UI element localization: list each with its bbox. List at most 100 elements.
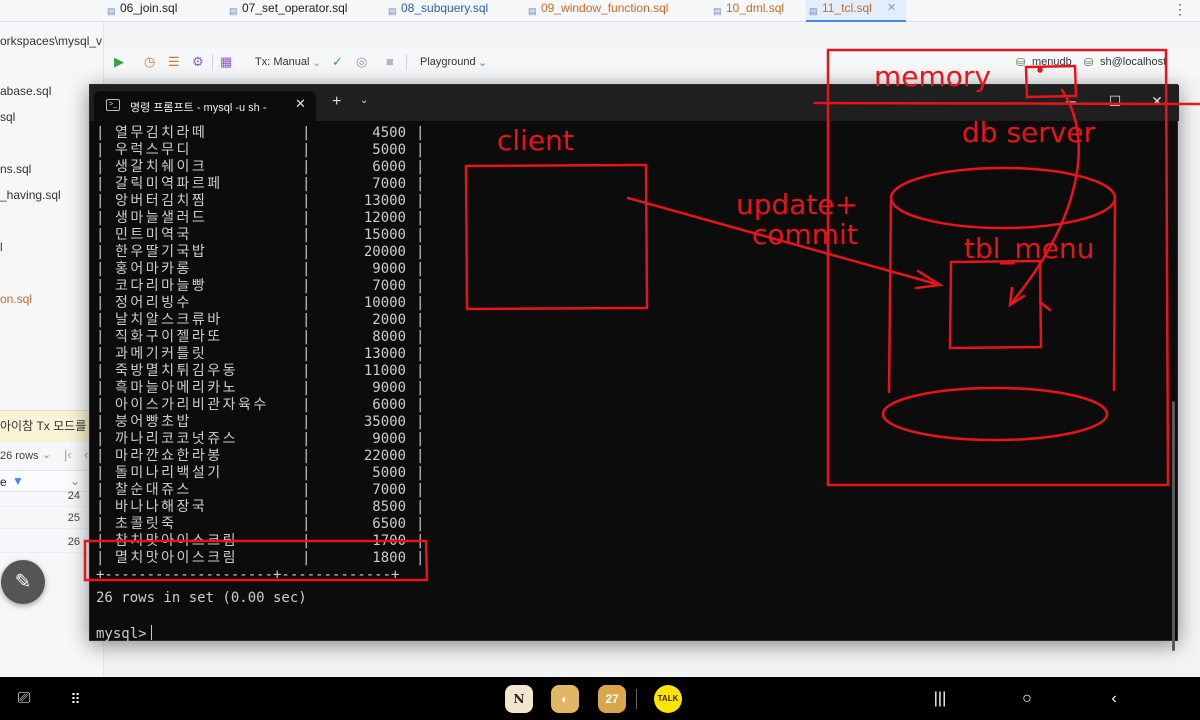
recent-apps-icon[interactable]: ||| — [928, 687, 952, 711]
system-navigation-bar: ⎚ ⠿ N ◐ 27 TALK ||| ○ ‹ — [0, 677, 1200, 720]
menu-name-cell: 참치맛아이스크림 — [115, 533, 239, 549]
scrollbar[interactable] — [1172, 401, 1175, 651]
menu-price-cell: 6000 — [372, 159, 406, 175]
mysql-prompt[interactable]: mysql> — [96, 625, 152, 642]
history-icon[interactable]: ◷ — [144, 54, 155, 70]
column-separator: | — [96, 142, 105, 158]
tab-06-join[interactable]: ▤ 06_join.sql — [104, 0, 177, 22]
screenshot-icon[interactable]: ⎚ — [12, 687, 36, 711]
chevron-down-icon[interactable]: ⌄ — [42, 448, 51, 461]
minimize-icon[interactable]: ─ — [1056, 93, 1086, 109]
column-separator: | — [96, 397, 105, 413]
chevron-down-icon[interactable]: ⌄ — [360, 95, 368, 106]
column-separator: | — [302, 312, 311, 328]
new-tab-icon[interactable]: + — [332, 93, 341, 111]
calendar-icon[interactable]: 27 — [598, 685, 626, 713]
column-separator: | — [416, 363, 425, 379]
menu-name-cell: 바나나해장국 — [115, 499, 208, 515]
column-separator: | — [302, 516, 311, 532]
column-separator: | — [416, 125, 425, 141]
pencil-icon: ✎ — [14, 571, 32, 593]
project-file[interactable]: on.sql — [0, 292, 32, 306]
commit-check-icon[interactable]: ✓ — [332, 54, 343, 70]
tbl-menu-label: tbl_menu — [964, 232, 1095, 265]
terminal-output[interactable]: | 열무김치라떼 | 4500 | | 우럭스무디 | 5000 | | 생갈치쉐이크 | 6000 | | 갈… — [90, 121, 1179, 651]
database-select[interactable]: menudb — [1032, 56, 1072, 68]
notion-icon[interactable]: N — [505, 685, 533, 713]
client-label: client — [497, 124, 574, 157]
column-separator: | — [302, 244, 311, 260]
menu-price-cell: 6000 — [372, 397, 406, 413]
tab-07-set-operator[interactable]: ▤ 07_set_operator.sql — [226, 0, 347, 22]
pen-edit-button[interactable]: ✎ — [1, 560, 45, 604]
column-separator: | — [416, 516, 425, 532]
column-separator: | — [416, 193, 425, 209]
tab-10-dml[interactable]: ▤ 10_dml.sql — [710, 0, 784, 22]
column-separator: | — [416, 499, 425, 515]
sql-file-icon: ▤ — [229, 6, 238, 16]
project-file[interactable]: l — [0, 240, 3, 254]
menu-name-cell: 붕어빵초밥 — [115, 414, 192, 430]
kakaotalk-icon[interactable]: TALK — [654, 685, 682, 713]
column-separator: | — [416, 465, 425, 481]
more-options-icon[interactable]: ⋮ — [1160, 0, 1200, 22]
tx-mode-select[interactable]: Tx: Manual — [255, 56, 309, 68]
project-file[interactable]: abase.sql — [0, 84, 51, 98]
column-separator: | — [302, 295, 311, 311]
stop-icon[interactable]: ■ — [386, 54, 394, 69]
maximize-icon[interactable]: ☐ — [1100, 93, 1130, 110]
table-border: +--------------------+-------------+ — [96, 567, 400, 583]
menu-name-cell: 앙버터김치찜 — [115, 193, 208, 209]
column-separator: | — [416, 431, 425, 447]
close-icon[interactable]: ✕ — [887, 1, 896, 14]
menu-price-cell: 13000 — [363, 346, 406, 362]
tab-09-window-function[interactable]: ▤ 09_window_function.sql — [525, 0, 668, 22]
connection-select[interactable]: sh@localhost — [1100, 56, 1166, 68]
column-separator: | — [302, 261, 311, 277]
playground-select[interactable]: Playground — [420, 56, 476, 68]
column-separator: | — [302, 397, 311, 413]
close-window-icon[interactable]: ✕ — [1142, 93, 1172, 110]
run-icon[interactable]: ▶ — [114, 54, 124, 70]
apps-grid-icon[interactable]: ⠿ — [64, 687, 88, 711]
column-separator: | — [416, 533, 425, 549]
menu-price-cell: 8000 — [372, 329, 406, 345]
settings-sliders-icon[interactable]: ☰ — [168, 54, 180, 70]
cookie-app-icon[interactable]: ◐ — [551, 685, 579, 713]
column-separator: | — [96, 312, 105, 328]
table-icon[interactable]: ▦ — [220, 54, 232, 70]
back-icon[interactable]: ‹ — [1102, 687, 1126, 711]
gear-icon[interactable]: ⚙ — [192, 54, 204, 70]
column-separator: | — [416, 142, 425, 158]
rollback-icon[interactable]: ◎ — [356, 54, 367, 70]
column-separator: | — [96, 533, 105, 549]
project-file[interactable]: ns.sql — [0, 162, 31, 176]
project-file[interactable]: _having.sql — [0, 188, 61, 202]
column-separator: | — [416, 482, 425, 498]
tab-08-subquery[interactable]: ▤ 08_subquery.sql — [385, 0, 488, 22]
menu-price-cell: 11000 — [363, 363, 406, 379]
menu-price-cell: 1800 — [372, 550, 406, 566]
column-separator: | — [302, 448, 311, 464]
column-separator: | — [302, 499, 311, 515]
sql-file-icon: ▤ — [809, 6, 818, 16]
menu-name-cell: 흑마늘아메리카노 — [115, 380, 239, 396]
home-icon[interactable]: ○ — [1015, 687, 1039, 711]
column-separator: | — [302, 278, 311, 294]
column-separator: | — [302, 482, 311, 498]
close-icon[interactable]: ✕ — [295, 96, 306, 112]
first-page-icon[interactable]: |‹ — [64, 447, 72, 462]
menu-name-cell: 민트미역국 — [115, 227, 192, 243]
memory-label: memory — [874, 60, 991, 93]
menu-name-cell: 까나리코코넛쥬스 — [115, 431, 239, 447]
prev-page-icon[interactable]: ‹ — [84, 447, 88, 462]
terminal-tab[interactable]: >_ 명령 프롬프트 - mysql -u sh - ✕ — [94, 91, 316, 121]
terminal-icon: >_ — [106, 99, 120, 111]
project-file[interactable]: sql — [0, 110, 15, 124]
menu-price-cell: 9000 — [372, 380, 406, 396]
commit-label: commit — [752, 218, 858, 251]
menu-price-cell: 12000 — [363, 210, 406, 226]
column-separator: | — [302, 329, 311, 345]
menu-name-cell: 홍어마카롱 — [115, 261, 192, 277]
menu-price-cell: 1700 — [372, 533, 406, 549]
